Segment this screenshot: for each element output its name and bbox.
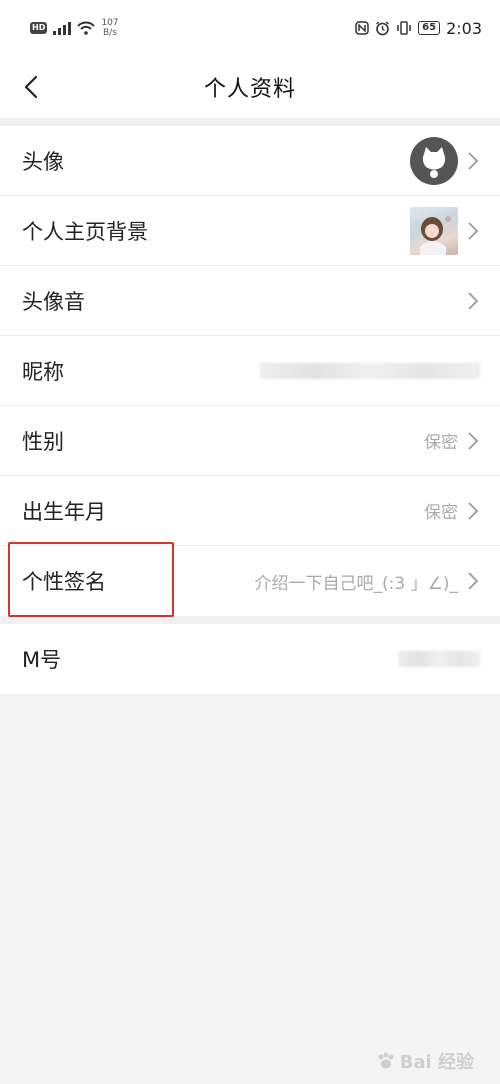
watermark-text: Bai 经验 <box>399 1052 474 1073</box>
chevron-left-icon <box>24 75 38 99</box>
hd-badge: HD <box>30 22 48 34</box>
row-gender[interactable]: 性别 保密 <box>0 406 500 476</box>
chevron-right-icon <box>468 151 479 170</box>
row-label: 昵称 <box>22 359 64 384</box>
row-label: 头像音 <box>22 289 85 314</box>
watermark: Bai 经验 <box>376 1048 474 1074</box>
row-homepage-background[interactable]: 个人主页背景 <box>0 196 500 266</box>
chevron-right-icon <box>468 501 479 520</box>
background-thumbnail <box>410 206 458 255</box>
network-speed: 107 B/s <box>101 18 118 38</box>
row-m-number[interactable]: M号 <box>0 624 500 694</box>
chevron-right-icon <box>468 572 479 590</box>
row-value: 保密 <box>424 503 458 523</box>
chevron-right-icon <box>468 291 479 310</box>
m-number-blurred-value <box>398 651 480 667</box>
row-value: 保密 <box>424 433 458 453</box>
cat-avatar-icon <box>422 146 446 178</box>
section-divider <box>0 118 500 126</box>
row-signature[interactable]: 个性签名 介绍一下自己吧_(:3 」∠)_ <box>0 546 500 616</box>
avatar <box>410 136 458 185</box>
back-button[interactable] <box>14 70 48 104</box>
nav-bar: 个人资料 <box>0 56 500 118</box>
status-bar: HD 107 B/s 65 2:03 <box>0 0 500 56</box>
row-birth-month[interactable]: 出生年月 保密 <box>0 476 500 546</box>
alarm-icon <box>376 20 390 35</box>
account-list: M号 <box>0 624 500 694</box>
row-label: 出生年月 <box>22 499 106 524</box>
row-label: M号 <box>22 648 62 672</box>
battery-indicator: 65 <box>418 21 441 35</box>
row-nickname[interactable]: 昵称 <box>0 336 500 406</box>
row-label: 个性签名 <box>22 570 106 594</box>
nfc-icon <box>355 21 369 35</box>
network-speed-unit: B/s <box>102 28 117 38</box>
profile-list: 头像 个人主页背景 头像音 昵称 性别 保密 出生年月 保密 个性签名 介绍一下… <box>0 126 500 616</box>
row-label: 个人主页背景 <box>22 219 148 244</box>
nickname-blurred-value <box>260 362 480 379</box>
row-avatar[interactable]: 头像 <box>0 126 500 196</box>
row-value: 介绍一下自己吧_(:3 」∠)_ <box>254 573 458 594</box>
status-time: 2:03 <box>446 18 482 38</box>
paw-icon <box>378 1052 394 1069</box>
row-label: 头像 <box>22 149 64 174</box>
chevron-right-icon <box>468 221 479 240</box>
row-label: 性别 <box>22 429 64 454</box>
page-title: 个人资料 <box>203 77 296 102</box>
section-divider <box>0 616 500 624</box>
vibrate-icon <box>397 21 411 35</box>
network-speed-value: 107 <box>101 18 119 28</box>
row-avatar-sound[interactable]: 头像音 <box>0 266 500 336</box>
cellular-signal-icon <box>53 21 72 35</box>
chevron-right-icon <box>468 431 479 450</box>
wifi-icon <box>77 21 96 35</box>
